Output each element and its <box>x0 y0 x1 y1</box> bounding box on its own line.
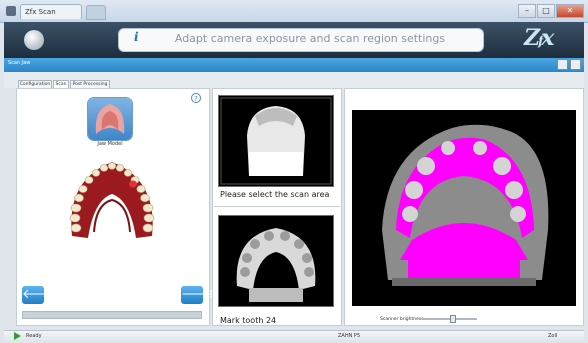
zfx-logo: Zfx <box>524 25 554 51</box>
jaw-model-thumbnail[interactable] <box>88 98 132 140</box>
new-tab-button[interactable] <box>86 5 106 20</box>
toolbar-button-2[interactable] <box>570 59 581 70</box>
arrow-right-icon: 🡒 <box>181 287 216 302</box>
status-mid-text: ZAHN P5 <box>338 333 361 339</box>
panel-divider <box>214 206 340 207</box>
play-icon[interactable] <box>14 332 21 340</box>
toolbar-button-1[interactable] <box>557 59 568 70</box>
camera-preview-top <box>220 97 332 185</box>
scan-area-caption: Please select the scan area <box>220 190 330 199</box>
close-button[interactable]: ✕ <box>556 4 584 18</box>
upper-jaw-model-image <box>69 162 155 238</box>
camera-preview-bottom <box>236 228 316 302</box>
scan-region-preview <box>382 124 549 286</box>
scanner-logo-icon <box>24 30 44 50</box>
jaw-model-label: Jaw Model <box>97 141 123 147</box>
mark-tooth-caption: Mark tooth 24 <box>220 316 277 325</box>
status-left-text: Ready <box>26 333 42 339</box>
denture-thumbnail-image <box>95 104 125 134</box>
status-bar <box>4 330 584 343</box>
instruction-text: Adapt camera exposure and scan region se… <box>174 32 446 45</box>
mark-tooth-camera-image[interactable] <box>218 215 334 307</box>
main-scan-image[interactable] <box>352 110 576 306</box>
workflow-label: Scan Jaw <box>8 60 31 66</box>
window-controls: – □ ✕ <box>518 4 584 18</box>
status-right-text: Zoll <box>548 333 558 339</box>
info-icon: i <box>134 30 139 44</box>
arrow-left-icon: 🡐 <box>22 287 57 302</box>
help-icon[interactable]: ? <box>191 93 201 103</box>
window-tab[interactable]: Zfx Scan <box>20 4 82 19</box>
workflow-bar <box>4 58 584 72</box>
maximize-button[interactable]: □ <box>537 4 555 18</box>
next-button[interactable]: 🡒 <box>181 286 216 304</box>
scan-progress-bar <box>22 311 202 319</box>
scan-area-camera-image[interactable] <box>218 95 334 187</box>
previous-button[interactable]: 🡐 <box>22 286 57 304</box>
minimize-button[interactable]: – <box>518 4 536 18</box>
brightness-label: Scanner brightness <box>380 317 424 322</box>
brightness-slider-thumb[interactable] <box>449 315 456 323</box>
app-icon <box>6 6 16 16</box>
